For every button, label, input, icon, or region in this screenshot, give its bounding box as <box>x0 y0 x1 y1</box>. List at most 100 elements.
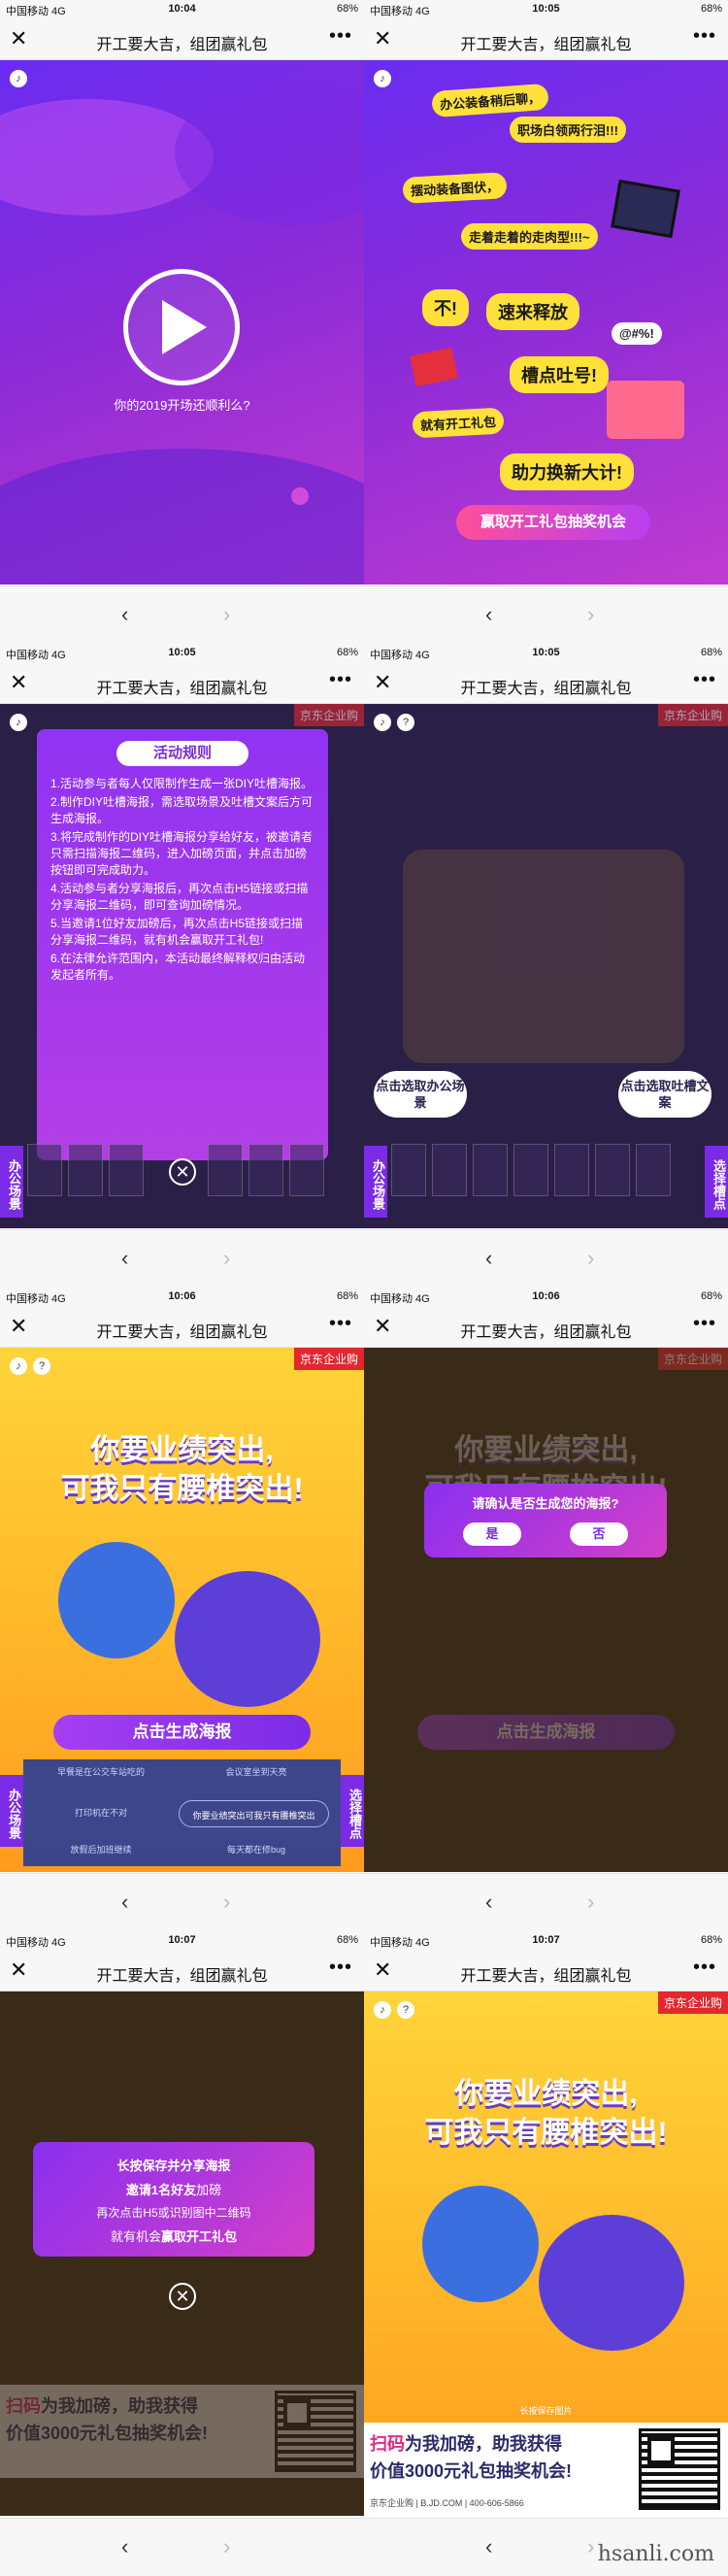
wechat-nav-bar: ✕ 开工要大吉，组团赢礼包 ••• <box>0 1951 364 1991</box>
pick-complaint-text-button[interactable]: 点击选取吐槽文案 <box>618 1071 711 1118</box>
battery-level: 68% <box>336 647 358 658</box>
scene-thumb[interactable] <box>432 1144 467 1196</box>
complaint-option[interactable]: 打印机在不对 <box>33 1806 169 1819</box>
side-tab-office-scene[interactable]: 办公场景 <box>0 1146 23 1218</box>
more-icon[interactable]: ••• <box>693 1313 716 1335</box>
scene-thumb[interactable] <box>513 1144 548 1196</box>
help-icon[interactable]: ? <box>397 2001 414 2019</box>
forward-icon[interactable]: › <box>223 1890 230 1915</box>
generate-poster-button[interactable]: 点击生成海报 <box>53 1715 311 1750</box>
scene-thumb[interactable] <box>595 1144 630 1196</box>
promo-line: 价值3000元礼包抽奖机会! <box>370 2461 573 2481</box>
music-icon[interactable]: ♪ <box>374 70 391 87</box>
music-icon[interactable]: ♪ <box>374 2001 391 2019</box>
scene-thumb[interactable] <box>636 1144 671 1196</box>
back-icon[interactable]: ‹ <box>485 1246 492 1271</box>
more-icon[interactable]: ••• <box>329 1313 352 1335</box>
close-icon[interactable]: ✕ <box>10 27 27 50</box>
forward-icon[interactable]: › <box>587 1246 594 1271</box>
figure-illustration <box>422 2186 539 2302</box>
share-tip-highlight: 邀请1名好友 <box>125 2183 197 2197</box>
wechat-nav-bar: ✕ 开工要大吉，组团赢礼包 ••• <box>364 19 728 60</box>
music-icon[interactable]: ♪ <box>10 714 27 731</box>
close-rules-icon[interactable]: ✕ <box>169 1158 196 1186</box>
scene-thumb[interactable] <box>391 1144 426 1196</box>
back-icon[interactable]: ‹ <box>485 602 492 627</box>
close-icon[interactable]: ✕ <box>374 1315 391 1338</box>
forward-icon[interactable]: › <box>587 2534 594 2559</box>
more-icon[interactable]: ••• <box>693 669 716 691</box>
back-icon[interactable]: ‹ <box>485 2534 492 2559</box>
back-icon[interactable]: ‹ <box>485 1890 492 1915</box>
play-icon[interactable] <box>162 300 207 354</box>
back-icon[interactable]: ‹ <box>121 1890 128 1915</box>
help-icon[interactable]: ? <box>33 1357 50 1375</box>
forward-icon[interactable]: › <box>587 602 594 627</box>
scene-thumb[interactable] <box>208 1144 243 1196</box>
back-icon[interactable]: ‹ <box>121 2534 128 2559</box>
close-icon[interactable]: ✕ <box>374 671 391 694</box>
close-icon[interactable]: ✕ <box>374 27 391 50</box>
back-icon[interactable]: ‹ <box>121 1246 128 1271</box>
jd-badge: 京东企业购 <box>293 1348 364 1370</box>
close-icon[interactable]: ✕ <box>10 1958 27 1982</box>
qr-code <box>639 2428 720 2510</box>
music-icon[interactable]: ♪ <box>10 70 27 87</box>
page-title: 开工要大吉，组团赢礼包 <box>460 1968 632 1985</box>
side-tab-pick-complaint[interactable]: 选择槽点 <box>705 1146 728 1218</box>
back-icon[interactable]: ‹ <box>121 602 128 627</box>
complaint-option[interactable]: 放假后加班继续 <box>33 1843 169 1856</box>
screen-rules: 中国移动 4G 10:05 68% ✕ 开工要大吉，组团赢礼包 ••• ♪ 京东… <box>0 644 364 1288</box>
scene-thumb[interactable] <box>554 1144 589 1196</box>
poster-headline: 你要业绩突出, <box>454 2078 638 2110</box>
close-icon[interactable]: ✕ <box>374 1958 391 1982</box>
browser-bottom-bar: ‹ › <box>0 1229 364 1288</box>
side-tab-office-scene[interactable]: 办公场景 <box>364 1146 387 1218</box>
complaint-option[interactable]: 早餐是在公交车站吃的 <box>33 1765 169 1778</box>
music-icon[interactable]: ♪ <box>10 1357 27 1375</box>
scene-thumb[interactable] <box>289 1144 324 1196</box>
close-share-tip-icon[interactable]: ✕ <box>169 2283 196 2310</box>
close-icon[interactable]: ✕ <box>10 671 27 694</box>
promo-line: 价值3000元礼包抽奖机会! <box>6 2424 209 2443</box>
more-icon[interactable]: ••• <box>329 25 352 48</box>
scene-thumb[interactable] <box>68 1144 103 1196</box>
share-tip-text: 加磅 <box>196 2183 222 2197</box>
complaint-option[interactable]: 会议室坐到天亮 <box>188 1765 324 1778</box>
share-tip-canvas: 长按保存并分享海报 邀请1名好友加磅 再次点击H5或识别图中二维码 就有机会赢取… <box>0 1991 364 2516</box>
complaint-option-selected[interactable]: 你要业绩突出可我只有腰椎突出 <box>179 1800 329 1827</box>
confirm-yes-button[interactable]: 是 <box>463 1522 521 1546</box>
story-canvas: ♪ 办公装备稍后聊， 职场白领两行泪!!! 摆动装备图伏， 走着走着的走肉型!!… <box>364 60 728 585</box>
forward-icon[interactable]: › <box>223 1246 230 1271</box>
scene-thumb[interactable] <box>109 1144 144 1196</box>
poster-headline: 可我只有腰椎突出! <box>424 2117 668 2149</box>
rules-item: 4.活动参与者分享海报后，再次点击H5链接或扫描分享海报二维码，即可查询加磅情况… <box>50 882 309 912</box>
close-icon[interactable]: ✕ <box>10 1315 27 1338</box>
help-icon[interactable]: ? <box>397 714 414 731</box>
more-icon[interactable]: ••• <box>693 25 716 48</box>
more-icon[interactable]: ••• <box>329 669 352 691</box>
more-icon[interactable]: ••• <box>693 1957 716 1979</box>
poster-headline: 你要业绩突出, <box>90 1434 274 1466</box>
battery-level: 68% <box>700 3 722 15</box>
forward-icon[interactable]: › <box>223 2534 230 2559</box>
side-tab-pick-complaint[interactable]: 选择槽点 <box>341 1775 364 1847</box>
side-tab-office-scene[interactable]: 办公场景 <box>0 1775 23 1847</box>
scene-thumb[interactable] <box>473 1144 508 1196</box>
more-icon[interactable]: ••• <box>329 1957 352 1979</box>
status-bar: 中国移动 4G 10:05 68% <box>0 644 364 663</box>
screen-scene-select: 中国移动 4G 10:05 68% ✕ 开工要大吉，组团赢礼包 ••• ♪ ? … <box>364 644 728 1288</box>
browser-bottom-bar: ‹ › <box>364 1229 728 1288</box>
music-icon[interactable]: ♪ <box>374 714 391 731</box>
confirm-no-button[interactable]: 否 <box>570 1522 628 1546</box>
scene-thumb[interactable] <box>248 1144 283 1196</box>
scene-thumb[interactable] <box>27 1144 62 1196</box>
forward-icon[interactable]: › <box>223 602 230 627</box>
jd-badge: 京东企业购 <box>657 704 728 726</box>
page-title: 开工要大吉，组团赢礼包 <box>96 1968 268 1985</box>
complaint-option[interactable]: 每天都在修bug <box>188 1843 324 1856</box>
status-bar: 中国移动 4G 10:05 68% <box>364 0 728 19</box>
forward-icon[interactable]: › <box>587 1890 594 1915</box>
pick-office-scene-button[interactable]: 点击选取办公场景 <box>374 1071 467 1118</box>
win-gift-button[interactable]: 赢取开工礼包抽奖机会 <box>456 505 650 540</box>
